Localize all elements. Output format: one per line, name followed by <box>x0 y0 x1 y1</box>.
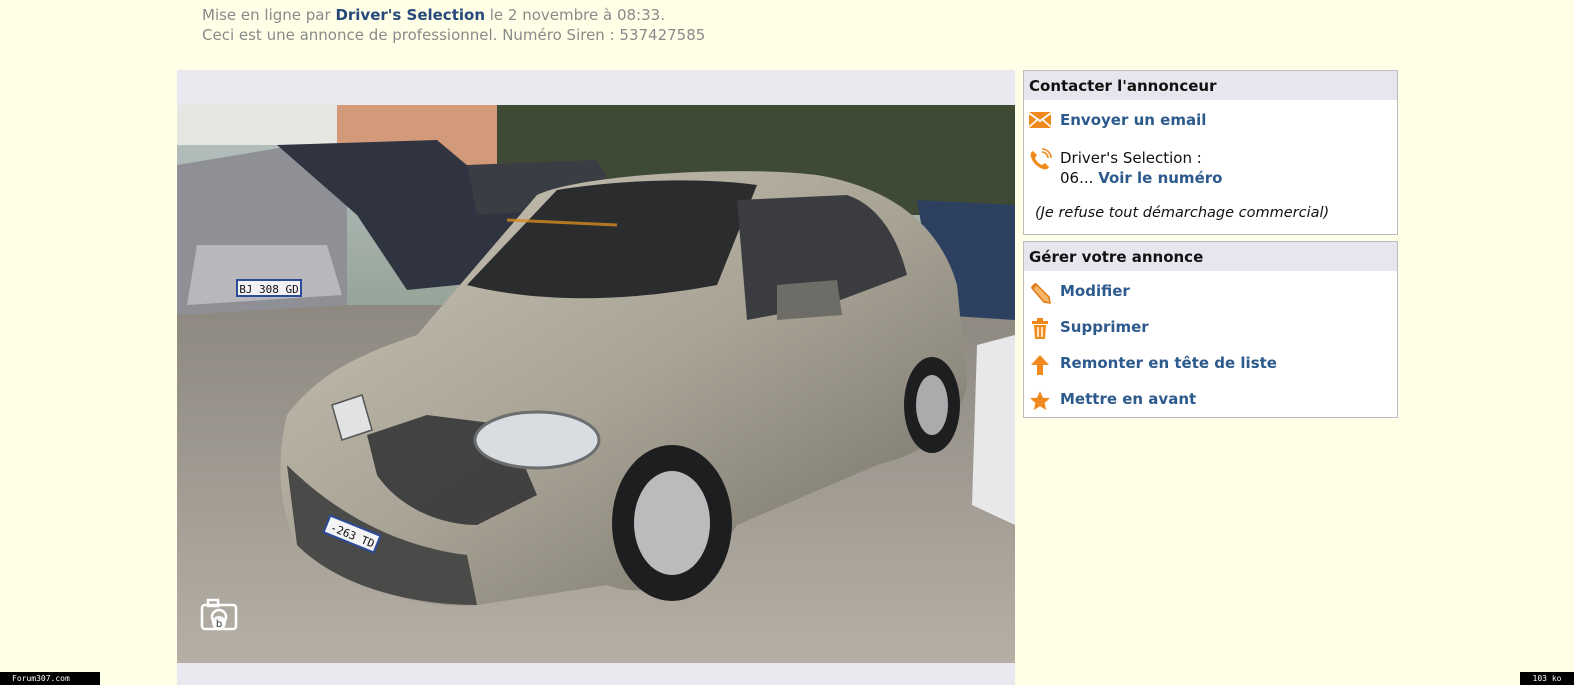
manage-box-title: Gérer votre annonce <box>1024 242 1397 271</box>
main-photo[interactable]: BJ 308 GD -263 TD b <box>177 105 1015 663</box>
photo-gallery: BJ 308 GD -263 TD b <box>177 70 1015 685</box>
phone-line: 06... Voir le numéro <box>1060 168 1222 188</box>
contact-box-title: Contacter l'annonceur <box>1024 71 1397 100</box>
contact-box: Contacter l'annonceur Envoyer un email D… <box>1023 70 1398 235</box>
plate-left: BJ 308 GD <box>239 283 299 296</box>
file-size-label: 103 ko <box>1520 672 1574 685</box>
phone-prefix: 06... <box>1060 169 1094 187</box>
bump-row[interactable]: Remonter en tête de liste <box>1024 354 1277 376</box>
posted-suffix: le 2 novembre à 08:33. <box>485 6 665 24</box>
show-number-link[interactable]: Voir le numéro <box>1098 169 1222 187</box>
seller-name: Driver's Selection : <box>1060 149 1202 167</box>
pro-notice: Ceci est une annonce de professionnel. N… <box>202 26 706 44</box>
phone-icon <box>1027 148 1053 170</box>
phone-row: Driver's Selection : 06... Voir le numér… <box>1024 148 1222 188</box>
site-watermark: Forum307.com <box>0 672 100 685</box>
envelope-icon <box>1027 111 1053 133</box>
send-email-row[interactable]: Envoyer un email <box>1024 111 1206 133</box>
trash-icon <box>1027 318 1053 340</box>
edit-link[interactable]: Modifier <box>1060 282 1130 300</box>
feature-link[interactable]: Mettre en avant <box>1060 390 1196 408</box>
edit-row[interactable]: Modifier <box>1024 282 1130 304</box>
ad-meta: Mise en ligne par Driver's Selection le … <box>202 5 705 45</box>
svg-text:b: b <box>216 619 222 630</box>
delete-row[interactable]: Supprimer <box>1024 318 1149 340</box>
pencil-icon <box>1027 282 1053 304</box>
feature-row[interactable]: Mettre en avant <box>1024 390 1196 412</box>
author-link[interactable]: Driver's Selection <box>335 6 485 24</box>
posted-line: Mise en ligne par Driver's Selection le … <box>202 5 705 25</box>
star-icon <box>1027 390 1053 412</box>
manage-box: Gérer votre annonce Modifier Supprimer R… <box>1023 241 1398 418</box>
bump-link[interactable]: Remonter en tête de liste <box>1060 354 1277 372</box>
send-email-link[interactable]: Envoyer un email <box>1060 111 1206 129</box>
posted-prefix: Mise en ligne par <box>202 6 336 24</box>
camera-icon: b <box>199 597 243 635</box>
no-solicitation-note: (Je refuse tout démarchage commercial) <box>1035 205 1330 221</box>
arrow-up-icon <box>1027 354 1053 376</box>
delete-link[interactable]: Supprimer <box>1060 318 1149 336</box>
